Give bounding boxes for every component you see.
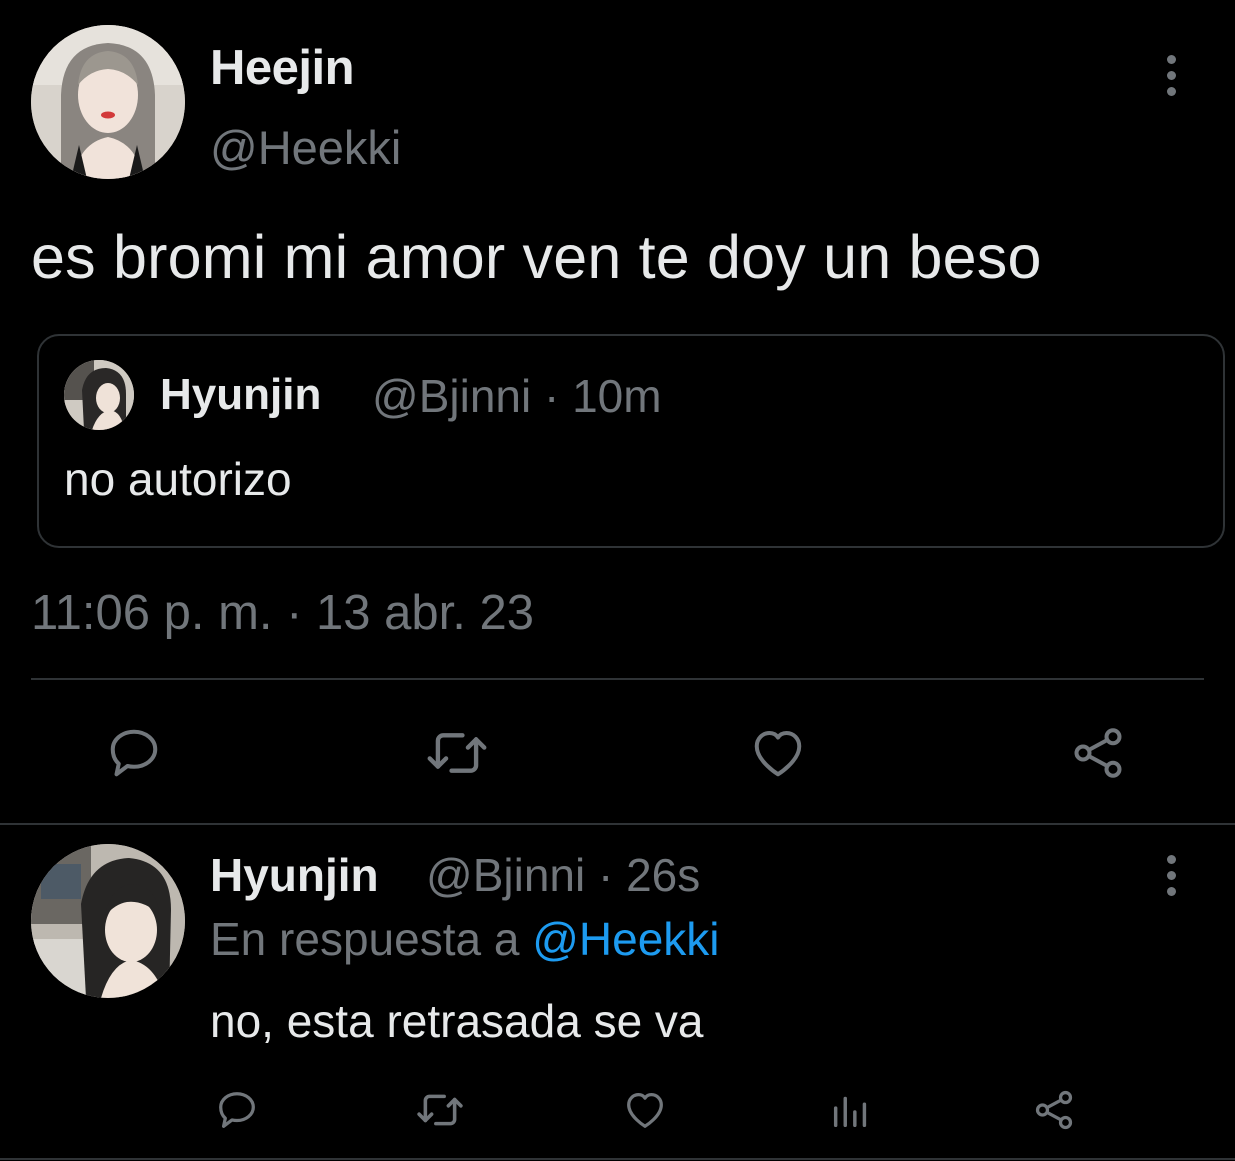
reply-tweet-text: no, esta retrasada se va [210, 995, 704, 1047]
retweet-icon[interactable] [424, 723, 490, 783]
reply-icon[interactable] [104, 723, 164, 783]
retweet-icon[interactable] [414, 1087, 466, 1133]
tweet-timestamp[interactable]: 11:06 p. m. · 13 abr. 23 [31, 585, 534, 641]
reply-context: En respuesta a @Heekki [210, 912, 720, 966]
quoted-tweet-card[interactable] [37, 334, 1225, 548]
quoted-author-meta: @Bjinni · 10m [372, 370, 662, 422]
share-icon[interactable] [1068, 723, 1128, 783]
divider [0, 823, 1235, 825]
main-author-handle[interactable]: @Heekki [210, 120, 401, 175]
like-icon[interactable] [748, 723, 808, 783]
main-author-avatar[interactable] [31, 25, 185, 179]
reply-icon[interactable] [214, 1087, 260, 1133]
divider [0, 1158, 1235, 1160]
share-icon[interactable] [1031, 1087, 1077, 1133]
reply-author-meta[interactable]: @Bjinni · 26s [426, 848, 700, 902]
analytics-icon[interactable] [828, 1087, 874, 1133]
divider [31, 678, 1204, 680]
quoted-author-avatar [64, 360, 134, 430]
more-vertical-icon[interactable] [1151, 845, 1191, 905]
tweet-text: es bromi mi amor ven te doy un beso [31, 223, 1042, 291]
like-icon[interactable] [622, 1087, 668, 1133]
reply-context-prefix: En respuesta a [210, 913, 533, 965]
main-author-name[interactable]: Heejin [210, 40, 355, 96]
reply-author-name[interactable]: Hyunjin [210, 848, 379, 902]
reply-mention-link[interactable]: @Heekki [532, 913, 719, 965]
quoted-author-name: Hyunjin [160, 370, 322, 419]
reply-author-avatar[interactable] [31, 844, 185, 998]
quoted-tweet-text: no autorizo [64, 453, 292, 505]
more-vertical-icon[interactable] [1151, 45, 1191, 105]
